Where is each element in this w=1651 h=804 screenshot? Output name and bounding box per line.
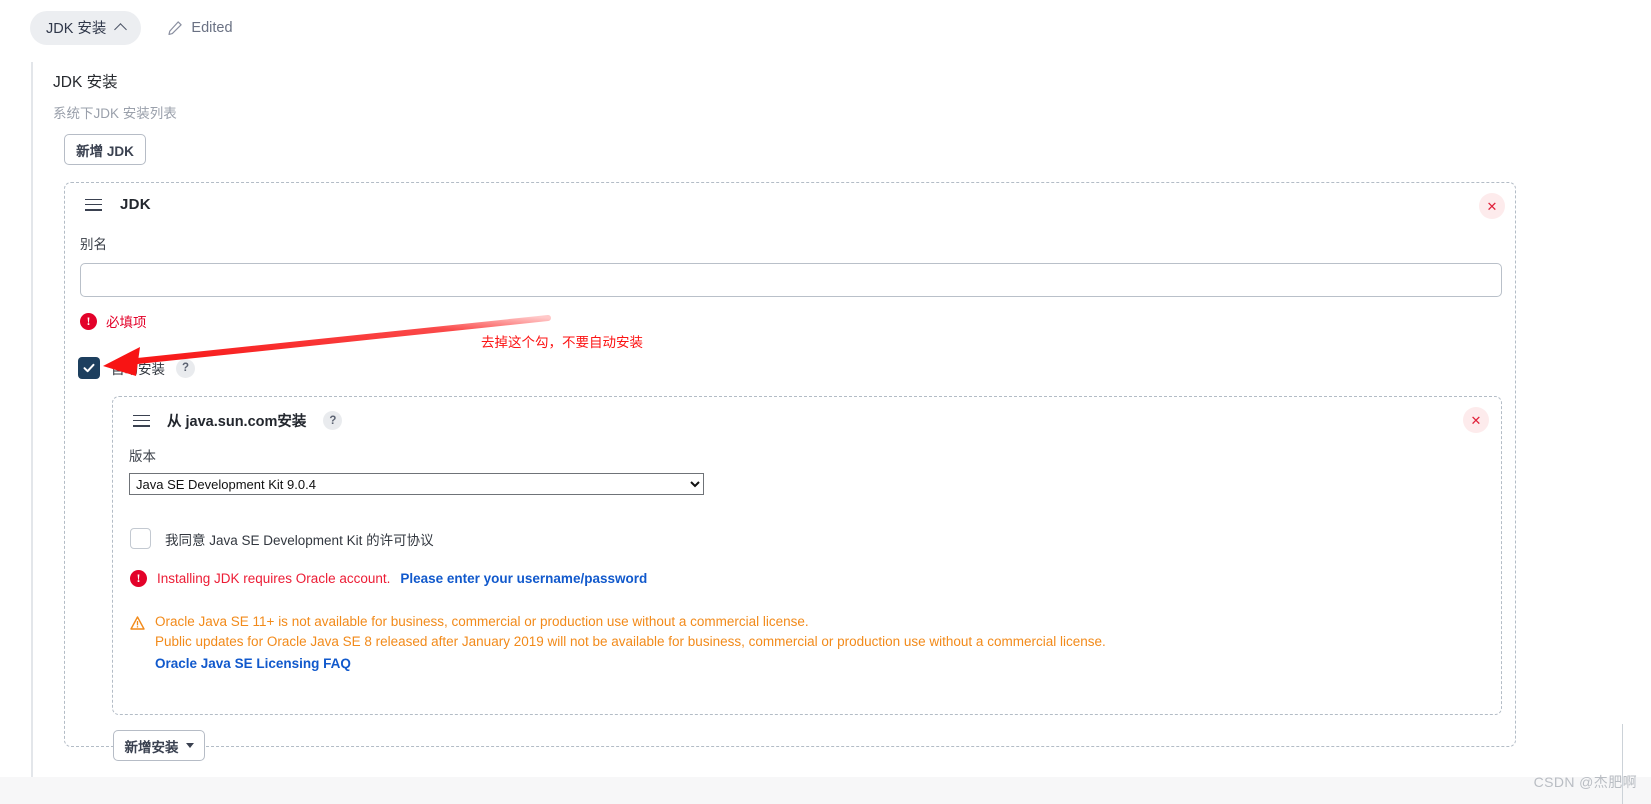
- right-edge-line: [1621, 724, 1623, 804]
- license-warning-block: Oracle Java SE 11+ is not available for …: [130, 614, 1106, 671]
- hamburger-drag-icon[interactable]: [85, 198, 102, 211]
- licensing-faq-link[interactable]: Oracle Java SE Licensing FAQ: [155, 656, 1106, 671]
- install-source-panel: 从 java.sun.com安装 ? ✕ 版本 Java SE Developm…: [112, 396, 1502, 715]
- pencil-icon: [167, 20, 183, 36]
- page-subtitle: 系统下JDK 安装列表: [53, 106, 177, 121]
- close-icon[interactable]: ✕: [1479, 193, 1505, 219]
- oracle-credentials-link[interactable]: Please enter your username/password: [400, 571, 647, 586]
- alias-required-error: ! 必填项: [80, 311, 147, 331]
- auto-install-label: 自动安装: [111, 362, 165, 377]
- oracle-account-error-text: Installing JDK requires Oracle account.: [157, 571, 391, 586]
- auto-install-row: 自动安装 ?: [78, 357, 195, 379]
- license-agree-label: 我同意 Java SE Development Kit 的许可协议: [165, 532, 434, 548]
- jdk-card-title: JDK: [120, 196, 151, 213]
- bottom-strip: [0, 777, 1651, 804]
- license-agree-row: 我同意 Java SE Development Kit 的许可协议: [130, 528, 434, 549]
- edited-label: Edited: [191, 19, 233, 36]
- tab-jdk-install[interactable]: JDK 安装: [30, 10, 142, 45]
- chevron-up-icon[interactable]: [114, 23, 128, 36]
- auto-install-checkbox[interactable]: [78, 357, 100, 379]
- oracle-account-error: ! Installing JDK requires Oracle account…: [130, 570, 647, 587]
- version-label: 版本: [129, 449, 156, 464]
- license-agree-checkbox[interactable]: [130, 528, 151, 549]
- alias-required-error-text: 必填项: [106, 315, 147, 330]
- add-install-label: 新增安装: [124, 739, 179, 755]
- edited-status: Edited: [167, 19, 233, 36]
- top-bar: JDK 安装 Edited: [0, 0, 1651, 55]
- app-page: JDK 安装 Edited JDK 安装 系统下JDK 安装列表 新增 JDK …: [0, 0, 1651, 804]
- alias-label: 别名: [80, 237, 107, 252]
- warning-line-2: Public updates for Oracle Java SE 8 rele…: [155, 634, 1106, 649]
- help-icon[interactable]: ?: [176, 358, 195, 378]
- chevron-down-icon[interactable]: [185, 743, 194, 748]
- alias-input[interactable]: [80, 263, 1502, 297]
- version-select[interactable]: Java SE Development Kit 9.0.4: [129, 473, 704, 495]
- watermark: CSDN @杰肥啊: [1533, 774, 1637, 790]
- new-jdk-button[interactable]: 新增 JDK: [64, 134, 146, 165]
- section-accent-rail: [31, 62, 33, 804]
- hamburger-drag-icon[interactable]: [133, 414, 150, 427]
- add-install-button[interactable]: 新增安装: [113, 730, 205, 761]
- warning-triangle-icon: [130, 616, 145, 671]
- close-icon[interactable]: ✕: [1463, 407, 1489, 433]
- error-icon: !: [130, 570, 147, 587]
- help-icon[interactable]: ?: [323, 411, 343, 430]
- tab-jdk-install-label: JDK 安装: [46, 21, 107, 37]
- annotation-text: 去掉这个勾，不要自动安装: [481, 335, 643, 350]
- install-source-header: 从 java.sun.com安装 ?: [133, 410, 343, 431]
- install-source-title: 从 java.sun.com安装: [167, 414, 307, 430]
- jdk-card: JDK ✕ 别名 ! 必填项 自动安装 ? 从 java.sun.com安装 ?…: [64, 182, 1516, 761]
- jdk-card-header: JDK: [85, 196, 151, 213]
- error-icon: !: [80, 312, 97, 330]
- page-title: JDK 安装: [53, 74, 118, 91]
- warning-line-1: Oracle Java SE 11+ is not available for …: [155, 614, 809, 629]
